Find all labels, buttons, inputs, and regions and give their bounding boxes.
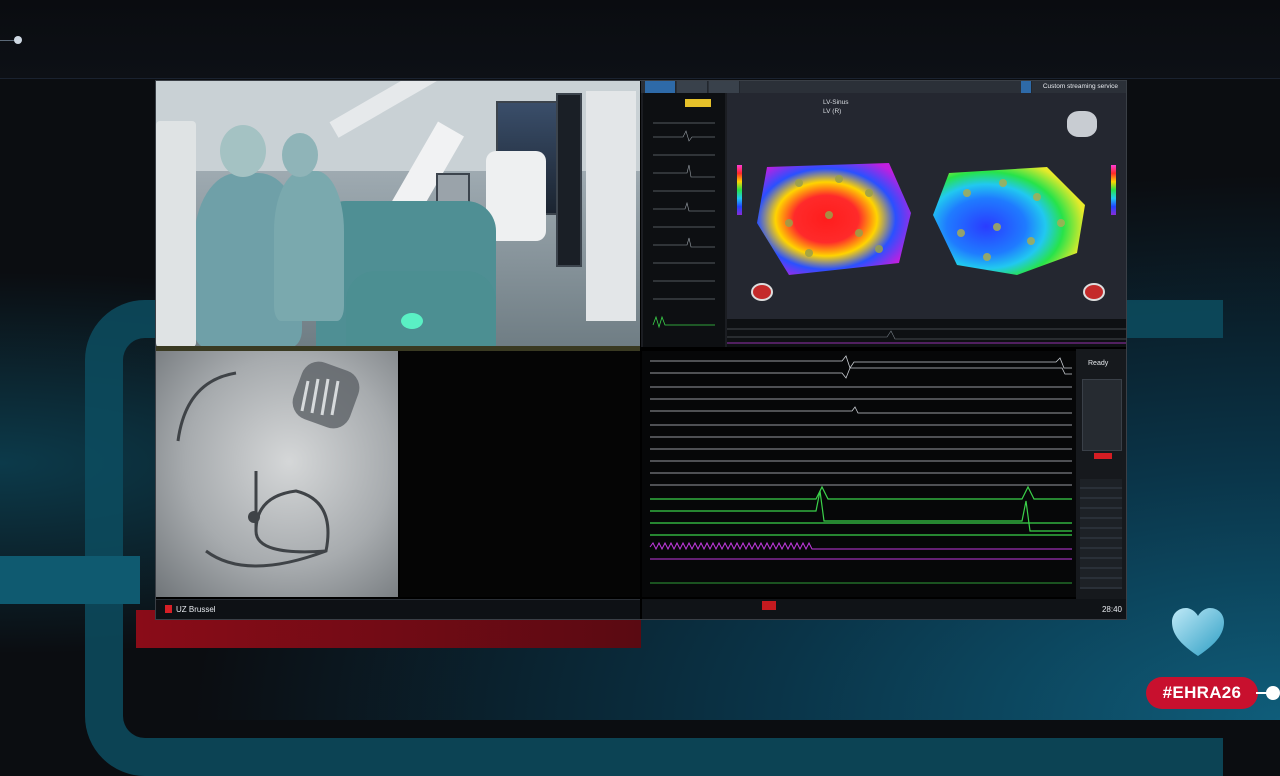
- nurse: [156, 121, 196, 347]
- mapping-tab[interactable]: [677, 81, 708, 93]
- mapping-panel: Custom streaming service LV-Sinus LV (R): [641, 81, 1126, 347]
- side-panel-list: [1080, 479, 1122, 589]
- streaming-service-label: Custom streaming service: [1042, 83, 1118, 90]
- background-teal-bar: [0, 556, 140, 604]
- egm-alert-tag: [762, 601, 776, 610]
- heart-model-icon: [1067, 111, 1097, 137]
- color-scale-left: [737, 165, 742, 215]
- event-hashtag-badge: #EHRA26: [1146, 677, 1258, 709]
- egm-status-bar: 28:40: [642, 599, 1126, 619]
- recording-clock: 28:40: [1101, 605, 1122, 614]
- empty-video-pane: [400, 351, 640, 597]
- recording-status: Ready: [1088, 360, 1109, 367]
- site-name: UZ Brussel: [176, 605, 216, 614]
- side-panel-alert: [1094, 453, 1112, 459]
- map-secondary-label: LV (R): [823, 108, 842, 115]
- mapping-tab[interactable]: [709, 81, 740, 93]
- electroanatomic-map-view: LV-Sinus LV (R): [727, 93, 1126, 319]
- egm-traces: [649, 355, 1072, 584]
- side-panel-box: [1082, 379, 1122, 451]
- assistant-head: [282, 133, 318, 177]
- top-bar-dot: [14, 36, 22, 44]
- equipment-rack: [586, 91, 636, 321]
- mapping-tab[interactable]: [645, 81, 676, 93]
- mapping-tab[interactable]: [1021, 81, 1032, 93]
- voltage-map-right: [933, 167, 1085, 275]
- heart-orientation-icon: [1083, 283, 1105, 301]
- broadcast-frame: Custom streaming service LV-Sinus LV (R): [155, 80, 1127, 620]
- mapping-egm-traces: [652, 99, 715, 329]
- glow-lamp: [401, 313, 423, 329]
- mapping-egm-column: [643, 93, 725, 347]
- map-primary-label: LV-Sinus: [823, 99, 849, 106]
- mapping-signal-strip: [727, 319, 1126, 347]
- lat-map-left: [757, 163, 911, 275]
- egm-side-panel: Ready: [1076, 349, 1126, 599]
- patient-drape-front: [346, 271, 496, 347]
- room-monitor-tall: [556, 93, 582, 267]
- color-scale-right: [1111, 165, 1116, 215]
- hospital-red-icon: [165, 605, 172, 613]
- mapping-strip-traces: [727, 328, 1126, 344]
- fluoro-status-bar: UZ Brussel: [156, 599, 640, 619]
- badge-connector-dot: [1266, 686, 1280, 700]
- fluoroscopy-view: [156, 351, 398, 597]
- fluoro-catheters: [176, 361, 360, 568]
- top-bar: [0, 0, 1280, 79]
- mapping-tab-bar: Custom streaming service: [641, 81, 1126, 93]
- physician-head: [220, 125, 266, 177]
- assistant: [274, 171, 344, 321]
- heart-logo-icon: [1172, 608, 1224, 656]
- egm-recording-view: [642, 351, 1076, 597]
- operating-room-video: [156, 81, 640, 347]
- heart-orientation-icon: [751, 283, 773, 301]
